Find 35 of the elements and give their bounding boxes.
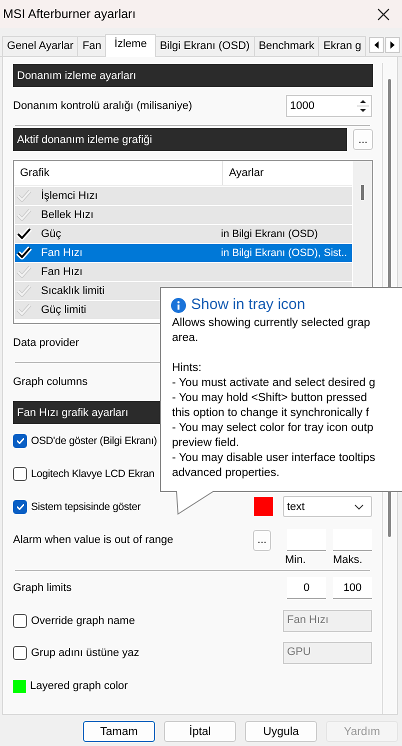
checkbox-label: Grup adını üstüne yaz bbox=[31, 647, 140, 659]
field-caption: Maks. bbox=[333, 554, 362, 566]
field-caption: Min. bbox=[285, 554, 306, 566]
checkbox-label: Sistem tepsisinde göster bbox=[31, 500, 141, 512]
section-header: Donanım izleme ayarları bbox=[13, 64, 373, 87]
field-label: Layered graph color bbox=[30, 680, 128, 692]
graph-name: Fan Hızı bbox=[41, 247, 83, 259]
tooltip-text: advanced properties. bbox=[172, 466, 280, 481]
checkbox-label: Logitech Klavye LCD Ekran bbox=[31, 468, 154, 480]
tooltip-text: Allows showing currently selected grap bbox=[172, 316, 372, 331]
graph-name: Fan Hızı bbox=[41, 266, 83, 278]
tooltip-text: this option to change it synchronically f bbox=[172, 406, 370, 421]
graph-settings-text: in Bilgi Ekranı (OSD) bbox=[221, 228, 318, 240]
tooltip-text: - You may select color for tray icon outp bbox=[172, 421, 374, 436]
tooltip-text: - You may disable user interface tooltips bbox=[172, 451, 376, 466]
field-label: Donanım kontrolü aralığı (milisaniye) bbox=[13, 100, 192, 112]
graph-name: Bellek Hızı bbox=[41, 209, 94, 221]
tooltip-text: - You must activate and select desired g bbox=[172, 376, 376, 391]
graph-name: İşlemci Hızı bbox=[41, 190, 98, 202]
checkbox-label: Override graph name bbox=[31, 615, 135, 627]
graph-name: Sıcaklık limiti bbox=[41, 285, 105, 297]
field-label: Graph columns bbox=[13, 376, 88, 388]
tooltip-title: Show in tray icon bbox=[191, 295, 306, 315]
graph-name: Güç bbox=[41, 228, 62, 240]
checkbox-label: OSD'de göster (Bilgi Ekranı) bbox=[31, 434, 157, 446]
section-header: Aktif donanım izleme grafiği bbox=[13, 128, 347, 151]
field-label: Alarm when value is out of range bbox=[13, 534, 174, 546]
field-label: Graph limits bbox=[13, 582, 72, 594]
field-label: Data provider bbox=[13, 337, 80, 349]
tooltip-text: preview field. bbox=[172, 436, 240, 451]
tooltip-text: area. bbox=[172, 331, 200, 346]
window-title: MSI Afterburner ayarları bbox=[3, 7, 136, 21]
graph-name: Güç limiti bbox=[41, 304, 86, 316]
graph-settings-text: in Bilgi Ekranı (OSD), Sist.. bbox=[221, 247, 348, 259]
tooltip-text: Hints: bbox=[172, 361, 202, 376]
